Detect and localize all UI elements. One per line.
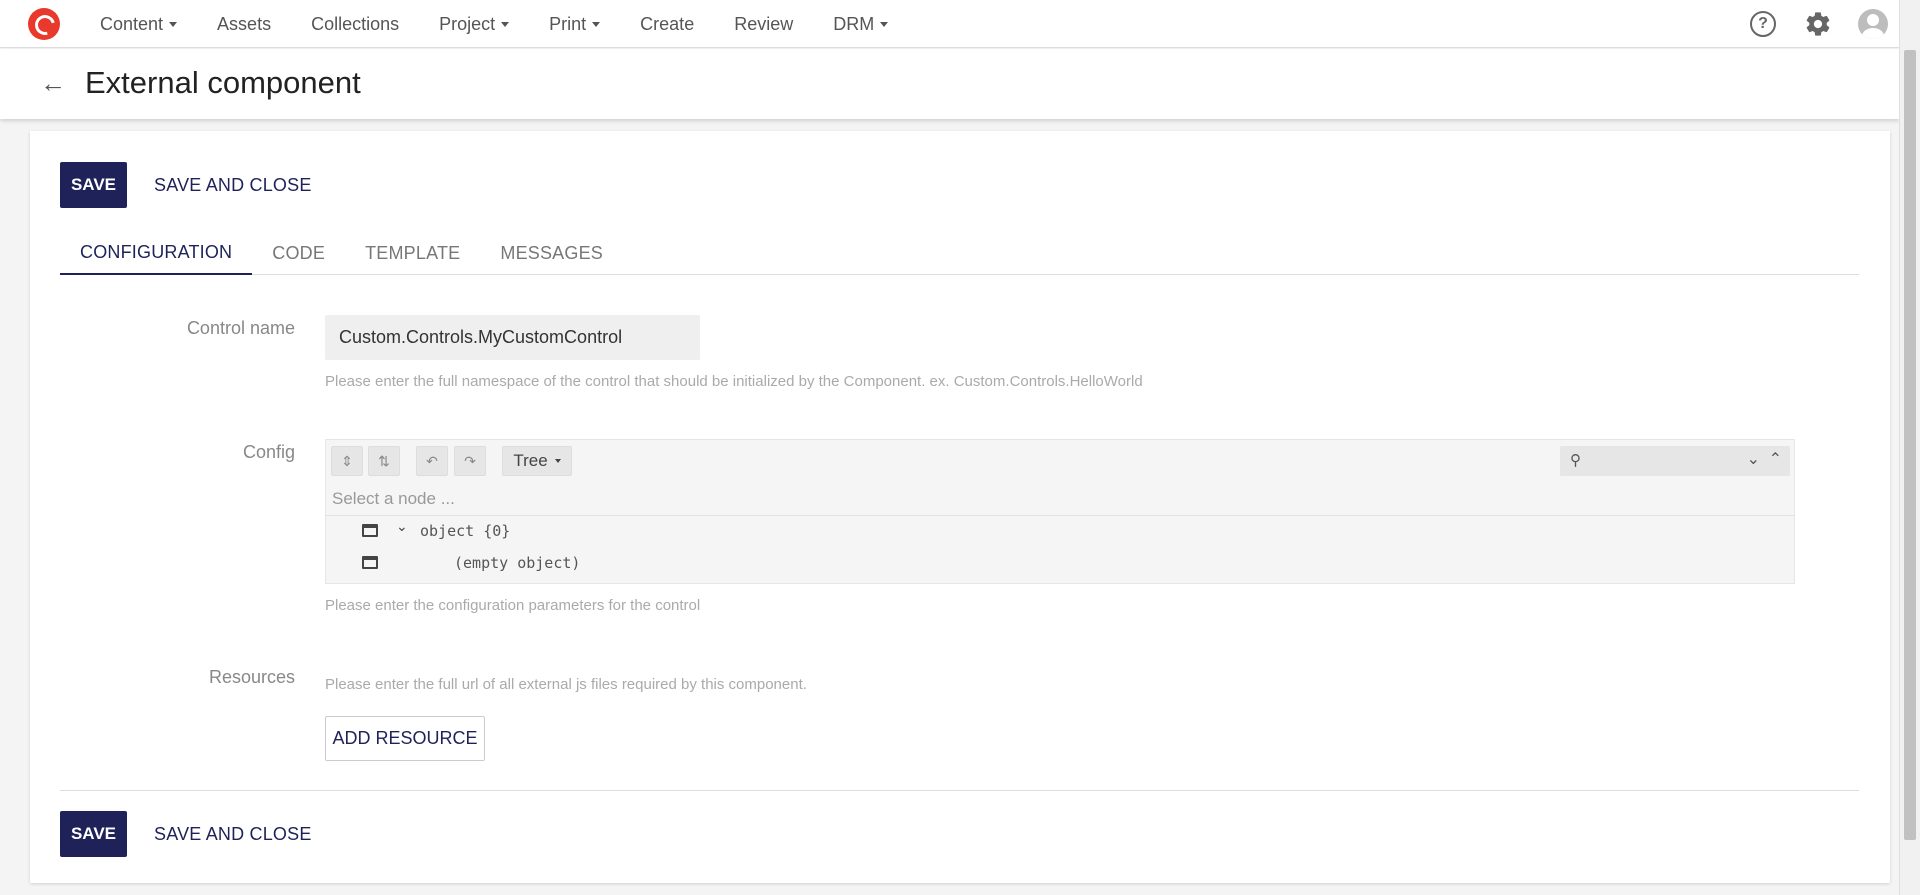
back-arrow-icon[interactable]: ←	[40, 70, 66, 96]
node-breadcrumb[interactable]: Select a node ...	[326, 482, 1794, 516]
control-name-label: Control name	[186, 318, 295, 338]
page-title: External component	[85, 65, 361, 100]
nav-item-collections[interactable]: Collections	[311, 14, 399, 35]
tab-code[interactable]: CODE	[252, 231, 345, 275]
help-icon[interactable]: ?	[1750, 11, 1776, 37]
context-menu-icon[interactable]	[362, 556, 378, 569]
config-hint: Please enter the configuration parameter…	[325, 597, 701, 614]
caret-down-icon	[880, 21, 889, 27]
nav-item-drm[interactable]: DRM	[833, 14, 889, 35]
collapse-all-icon[interactable]: ⇅	[368, 446, 400, 476]
gear-icon[interactable]	[1804, 10, 1832, 38]
tree-row[interactable]: ⌄ object {0}	[326, 516, 1794, 548]
control-name-hint: Please enter the full namespace of the c…	[325, 373, 1143, 390]
nav-item-print[interactable]: Print	[549, 14, 601, 35]
caret-down-icon	[592, 21, 601, 27]
nav-item-create[interactable]: Create	[640, 14, 694, 35]
main-menu: Content Assets Collections Project Print…	[100, 0, 928, 48]
tree-node-text: object {0}	[420, 522, 511, 540]
tree-node-text: (empty object)	[454, 554, 581, 572]
save-button[interactable]: SAVE	[60, 162, 127, 208]
caret-down-icon	[501, 21, 510, 27]
expand-all-icon[interactable]: ⇕	[331, 446, 363, 476]
divider	[60, 790, 1859, 791]
config-label: Config	[242, 442, 295, 462]
page-scrollbar[interactable]	[1899, 0, 1920, 895]
page-header: ← External component	[0, 49, 1899, 119]
caret-down-icon	[554, 459, 561, 463]
top-navbar: Content Assets Collections Project Print…	[0, 0, 1899, 48]
nav-item-content[interactable]: Content	[100, 14, 178, 35]
search-prev-icon[interactable]: ⌃	[1769, 449, 1782, 469]
tab-configuration[interactable]: CONFIGURATION	[60, 231, 253, 275]
tree-row[interactable]: (empty object)	[326, 548, 1794, 580]
save-button-bottom[interactable]: SAVE	[60, 811, 127, 857]
nav-right-tools: ?	[1750, 0, 1899, 48]
search-icon: ⚲	[1570, 452, 1581, 469]
chevron-down-icon[interactable]: ⌄	[396, 519, 408, 535]
redo-icon[interactable]: ↷	[454, 446, 486, 476]
resources-label: Resources	[208, 667, 295, 687]
context-menu-icon[interactable]	[362, 524, 378, 537]
resources-hint: Please enter the full url of all externa…	[325, 676, 807, 693]
json-search-box[interactable]: ⚲ ⌄ ⌃	[1560, 446, 1790, 476]
tab-bar: CONFIGURATION CODE TEMPLATE MESSAGES	[60, 231, 1859, 275]
json-editor: ⇕ ⇅ ↶ ↷ Tree ⚲ ⌄ ⌃ Select a node ... ⌄ o…	[325, 439, 1795, 584]
add-resource-button[interactable]: ADD RESOURCE	[325, 716, 485, 761]
logo-icon[interactable]	[28, 8, 60, 40]
nav-item-review[interactable]: Review	[734, 14, 793, 35]
control-name-input[interactable]	[325, 315, 700, 360]
tab-template[interactable]: TEMPLATE	[345, 231, 480, 275]
nav-item-project[interactable]: Project	[439, 14, 510, 35]
json-toolbar: ⇕ ⇅ ↶ ↷ Tree ⚲ ⌄ ⌃	[326, 440, 1794, 482]
caret-down-icon	[169, 21, 178, 27]
save-and-close-button-bottom[interactable]: SAVE AND CLOSE	[154, 811, 312, 857]
editor-card: SAVE SAVE AND CLOSE CONFIGURATION CODE T…	[30, 131, 1890, 883]
undo-icon[interactable]: ↶	[416, 446, 448, 476]
tab-messages[interactable]: MESSAGES	[480, 231, 623, 275]
avatar[interactable]	[1858, 9, 1888, 39]
mode-select[interactable]: Tree	[502, 446, 572, 476]
search-next-icon[interactable]: ⌄	[1747, 449, 1760, 469]
scrollbar-thumb[interactable]	[1904, 50, 1916, 840]
save-and-close-button[interactable]: SAVE AND CLOSE	[154, 162, 312, 208]
nav-item-assets[interactable]: Assets	[217, 14, 271, 35]
